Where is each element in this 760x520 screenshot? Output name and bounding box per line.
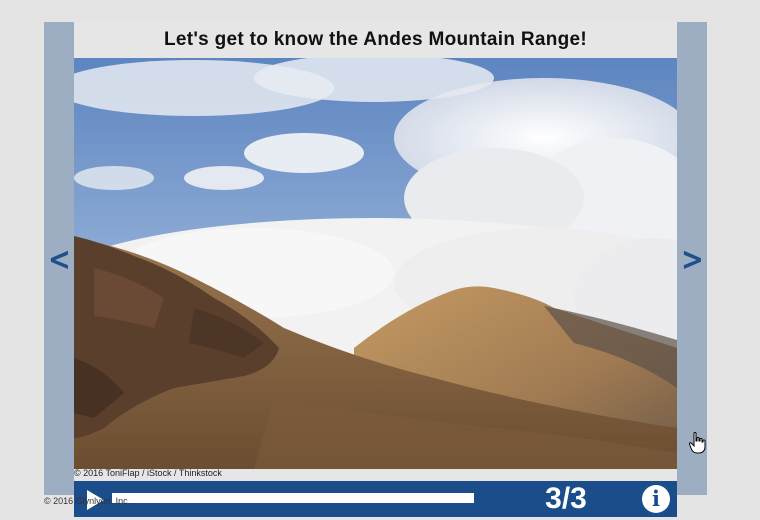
slideshow-stage: < Let's get to know the Andes Mountain R…	[0, 0, 760, 520]
chevron-right-icon: >	[680, 239, 704, 278]
hand-cursor-icon	[689, 432, 706, 454]
photo-credit-bar: © 2016 ToniFlap / iStock / Thinkstock	[74, 468, 677, 481]
chevron-left-icon: <	[47, 239, 71, 278]
info-button[interactable]: i	[642, 485, 670, 513]
mountain-photo	[74, 58, 677, 469]
progress-fill	[112, 493, 474, 503]
player-controls: 3/3 i	[74, 481, 677, 517]
slide-title: Let's get to know the Andes Mountain Ran…	[163, 29, 588, 50]
footer-copyright: © 2016 Glynlyon, Inc.	[44, 496, 131, 506]
info-icon: i	[652, 486, 660, 511]
slide-counter: 3/3	[545, 482, 587, 515]
slide-panel: Let's get to know the Andes Mountain Ran…	[74, 22, 677, 517]
photo-credit: © 2016 ToniFlap / iStock / Thinkstock	[74, 468, 222, 478]
progress-bar[interactable]	[112, 493, 474, 503]
previous-slide-button[interactable]: <	[44, 22, 74, 495]
next-slide-button[interactable]: >	[677, 22, 707, 495]
